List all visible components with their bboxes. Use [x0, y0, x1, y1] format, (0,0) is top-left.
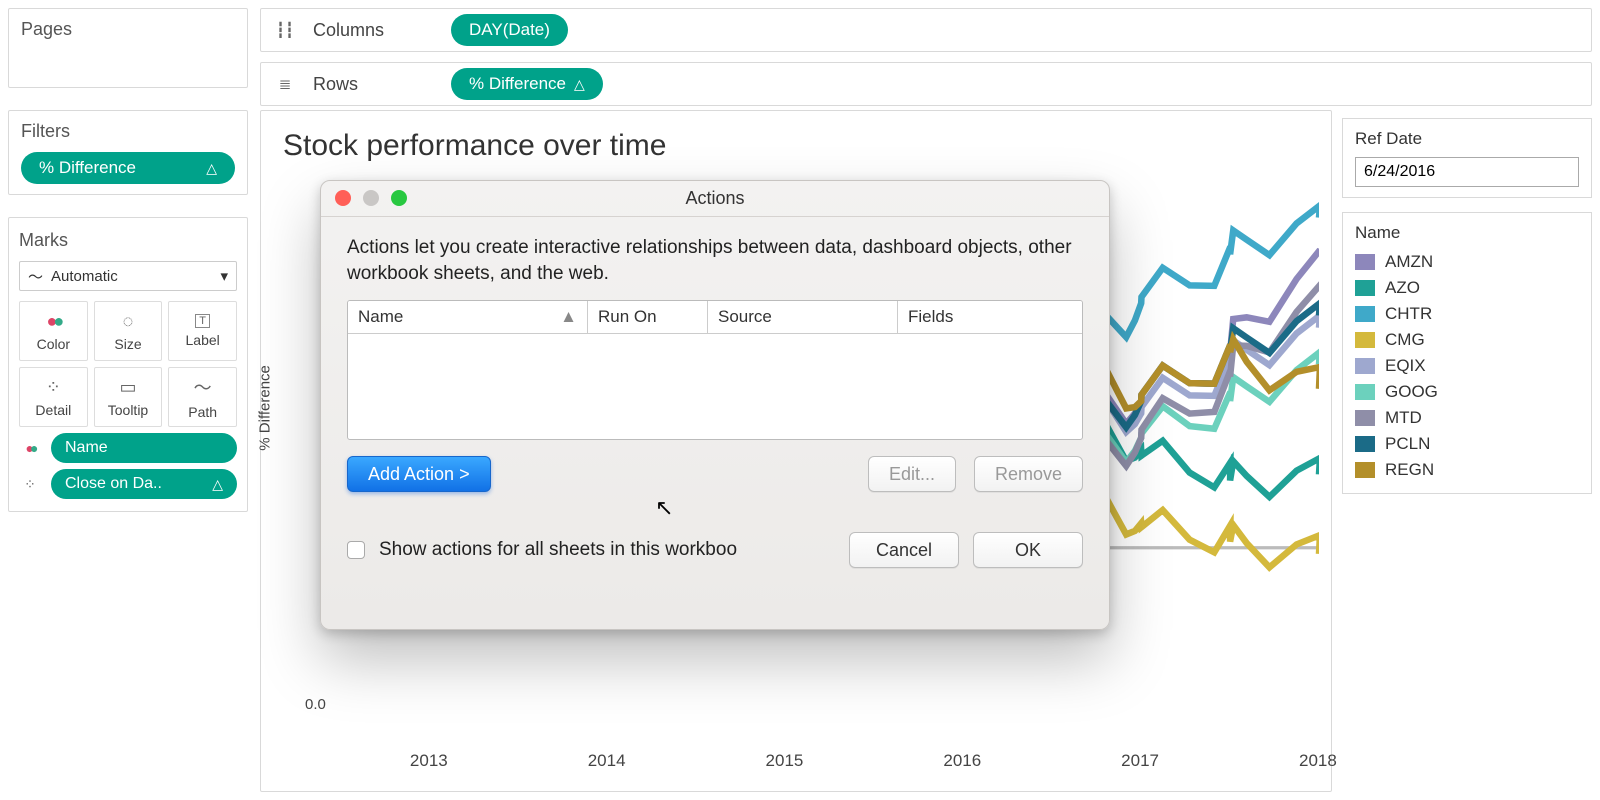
- legend-swatch-icon: [1355, 280, 1375, 296]
- dialog-description: Actions let you create interactive relat…: [347, 235, 1083, 286]
- rows-pill-pct-difference[interactable]: % Difference △: [451, 68, 603, 100]
- legend-item-amzn[interactable]: AMZN: [1355, 249, 1579, 275]
- size-icon: ◌: [123, 311, 134, 332]
- legend-item-pcln[interactable]: PCLN: [1355, 431, 1579, 457]
- ok-button[interactable]: OK: [973, 532, 1083, 568]
- legend-item-azo[interactable]: AZO: [1355, 275, 1579, 301]
- dialog-title: Actions: [685, 188, 744, 209]
- x-tick: 2015: [766, 751, 804, 771]
- marks-size[interactable]: ◌ Size: [94, 301, 163, 361]
- path-icon: 〜: [194, 374, 212, 400]
- line-icon: 〜: [28, 266, 43, 287]
- show-all-sheets-checkbox[interactable]: [347, 541, 365, 559]
- legend-swatch-icon: [1355, 410, 1375, 426]
- legend-swatch-icon: [1355, 462, 1375, 478]
- pages-title: Pages: [21, 19, 235, 40]
- dialog-titlebar[interactable]: Actions: [321, 181, 1109, 217]
- columns-pill-day-date[interactable]: DAY(Date): [451, 14, 568, 46]
- legend-title: Name: [1355, 223, 1579, 243]
- x-tick: 2018: [1299, 751, 1337, 771]
- remove-action-button[interactable]: Remove: [974, 456, 1083, 492]
- y-tick-zero: 0.0: [305, 696, 326, 713]
- marks-tooltip[interactable]: ▭ Tooltip: [94, 367, 163, 427]
- tooltip-icon: ▭: [119, 377, 136, 398]
- rows-shelf-label: Rows: [313, 74, 433, 95]
- mark-type-select[interactable]: 〜 Automatic ▾: [19, 261, 237, 291]
- columns-shelf-label: Columns: [313, 20, 433, 41]
- filter-pill-pct-difference[interactable]: % Difference △: [21, 152, 235, 184]
- legend-swatch-icon: [1355, 358, 1375, 374]
- col-header-fields[interactable]: Fields: [898, 301, 1082, 333]
- delta-icon: △: [574, 76, 585, 93]
- detail-icon: ⁘: [46, 377, 61, 398]
- legend-item-goog[interactable]: GOOG: [1355, 379, 1579, 405]
- legend-item-mtd[interactable]: MTD: [1355, 405, 1579, 431]
- color-chip-icon: ●●: [19, 440, 41, 456]
- legend-item-cmg[interactable]: CMG: [1355, 327, 1579, 353]
- label-icon: T: [195, 314, 210, 328]
- marks-title: Marks: [19, 230, 237, 251]
- legend-item-regn[interactable]: REGN: [1355, 457, 1579, 483]
- legend-swatch-icon: [1355, 436, 1375, 452]
- ref-date-parameter: Ref Date: [1342, 118, 1592, 198]
- legend-swatch-icon: [1355, 254, 1375, 270]
- parameter-title: Ref Date: [1355, 129, 1579, 149]
- add-action-button[interactable]: Add Action >: [347, 456, 491, 492]
- columns-shelf[interactable]: ┇┇ Columns DAY(Date): [260, 8, 1592, 52]
- window-close-icon[interactable]: [335, 190, 351, 206]
- marks-label[interactable]: T Label: [168, 301, 237, 361]
- window-minimize-icon[interactable]: [363, 190, 379, 206]
- edit-action-button[interactable]: Edit...: [868, 456, 956, 492]
- viz-title: Stock performance over time: [261, 111, 1331, 171]
- y-axis-label: % Difference: [257, 365, 274, 451]
- legend-swatch-icon: [1355, 384, 1375, 400]
- mark-pill-name[interactable]: Name: [51, 433, 237, 463]
- mark-pill-close-on-date[interactable]: Close on Da.. △: [51, 469, 237, 499]
- x-tick: 2014: [588, 751, 626, 771]
- legend-swatch-icon: [1355, 332, 1375, 348]
- col-header-source[interactable]: Source: [708, 301, 898, 333]
- legend-swatch-icon: [1355, 306, 1375, 322]
- detail-chip-icon: ⁘: [19, 476, 41, 493]
- legend-card: Name AMZNAZOCHTRCMGEQIXGOOGMTDPCLNREGN: [1342, 212, 1592, 494]
- filter-pill-label: % Difference: [39, 158, 136, 178]
- actions-table[interactable]: Name ▲ Run On Source Fields: [347, 300, 1083, 440]
- x-tick: 2016: [943, 751, 981, 771]
- col-header-run-on[interactable]: Run On: [588, 301, 708, 333]
- x-tick: 2013: [410, 751, 448, 771]
- filters-title: Filters: [21, 121, 235, 142]
- x-tick: 2017: [1121, 751, 1159, 771]
- show-all-sheets-label: Show actions for all sheets in this work…: [379, 539, 799, 561]
- filters-card: Filters % Difference △: [8, 110, 248, 195]
- pages-card: Pages: [8, 8, 248, 88]
- sort-asc-icon: ▲: [560, 307, 577, 327]
- rows-icon: ≣: [275, 75, 295, 93]
- marks-path[interactable]: 〜 Path: [168, 367, 237, 427]
- rows-shelf[interactable]: ≣ Rows % Difference △: [260, 62, 1592, 106]
- cancel-button[interactable]: Cancel: [849, 532, 959, 568]
- dropdown-icon: ▾: [220, 267, 228, 285]
- actions-dialog: Actions Actions let you create interacti…: [320, 180, 1110, 630]
- marks-color[interactable]: ●● Color: [19, 301, 88, 361]
- color-icon: ●●: [46, 311, 60, 332]
- marks-card: Marks 〜 Automatic ▾ ●● Color ◌ Size T La…: [8, 217, 248, 512]
- delta-icon: △: [212, 476, 223, 493]
- legend-item-chtr[interactable]: CHTR: [1355, 301, 1579, 327]
- delta-icon: △: [206, 160, 217, 177]
- marks-detail[interactable]: ⁘ Detail: [19, 367, 88, 427]
- columns-icon: ┇┇: [275, 21, 295, 39]
- ref-date-input[interactable]: [1355, 157, 1579, 187]
- mark-type-value: Automatic: [51, 268, 118, 285]
- legend-item-eqix[interactable]: EQIX: [1355, 353, 1579, 379]
- col-header-name[interactable]: Name ▲: [348, 301, 588, 333]
- window-zoom-icon[interactable]: [391, 190, 407, 206]
